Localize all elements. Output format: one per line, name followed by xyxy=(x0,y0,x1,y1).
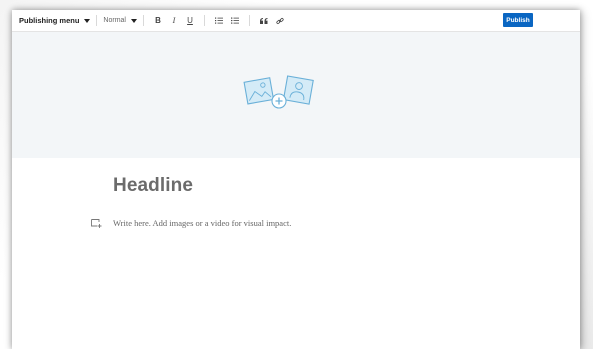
quote-button[interactable] xyxy=(258,14,270,28)
toolbar-divider xyxy=(248,15,250,26)
insert-media-icon[interactable] xyxy=(91,218,102,228)
underline-button[interactable]: U xyxy=(184,14,196,28)
chevron-down-icon xyxy=(84,18,91,23)
text-style-value: Normal xyxy=(103,17,126,24)
body-editor-row: Write here. Add images or a video for vi… xyxy=(91,218,291,228)
text-style-select[interactable]: Normal xyxy=(103,17,137,24)
toolbar-divider xyxy=(96,15,98,26)
headline-input[interactable]: Headline xyxy=(113,175,193,197)
toolbar-divider xyxy=(142,15,144,26)
editor-toolbar: Publishing menu Normal B I U Publish xyxy=(12,10,580,32)
body-input[interactable]: Write here. Add images or a video for vi… xyxy=(113,218,291,228)
toolbar-divider xyxy=(203,15,205,26)
italic-button[interactable]: I xyxy=(168,14,180,28)
numbered-list-icon xyxy=(214,17,223,24)
publishing-menu-label: Publishing menu xyxy=(19,16,80,25)
article-editor: Publishing menu Normal B I U Publish Hea… xyxy=(12,10,580,349)
add-images-icon xyxy=(243,75,314,109)
link-icon xyxy=(276,17,284,24)
numbered-list-button[interactable] xyxy=(213,14,225,28)
cover-image-upload[interactable] xyxy=(12,32,580,158)
bulleted-list-button[interactable] xyxy=(229,14,241,28)
link-button[interactable] xyxy=(274,14,286,28)
chevron-down-icon xyxy=(130,18,137,23)
bold-button[interactable]: B xyxy=(152,14,164,28)
publish-button[interactable]: Publish xyxy=(503,13,533,27)
bulleted-list-icon xyxy=(230,17,239,24)
quote-icon xyxy=(259,17,268,24)
publishing-menu-dropdown[interactable]: Publishing menu xyxy=(19,16,91,25)
